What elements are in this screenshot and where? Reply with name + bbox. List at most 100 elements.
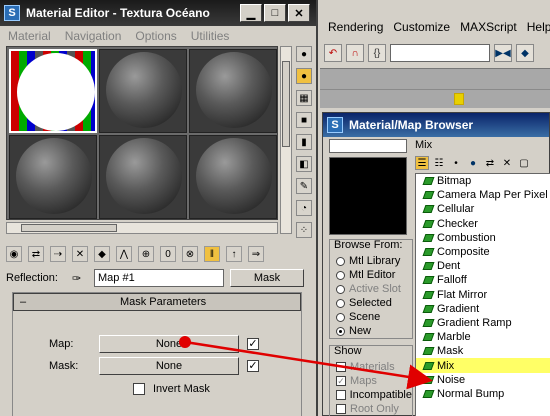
map-list-item[interactable]: Checker <box>416 217 550 231</box>
map-list-item[interactable]: Mask <box>416 344 550 358</box>
clear-icon[interactable]: ▢ <box>517 156 531 170</box>
delete-icon[interactable]: ✕ <box>500 156 514 170</box>
browse-new[interactable]: New <box>330 324 412 338</box>
go-forward-to-sibling-icon[interactable]: ⇒ <box>248 246 264 262</box>
map-list-item[interactable]: Cellular <box>416 202 550 216</box>
show-materials[interactable]: Materials <box>330 360 412 374</box>
map-browser-name-field[interactable] <box>329 139 407 153</box>
browse-active-slot[interactable]: Active Slot <box>330 282 412 296</box>
video-color-check-icon[interactable]: ▮ <box>296 134 312 150</box>
sample-slot-5[interactable] <box>99 135 187 219</box>
menu-help[interactable]: Help <box>527 20 550 34</box>
view-list-icons-icon[interactable]: ☷ <box>432 156 446 170</box>
mirror-icon[interactable]: ▶◀ <box>494 44 512 62</box>
magnet-icon[interactable]: ∩ <box>346 44 364 62</box>
go-to-parent-icon[interactable]: ↑ <box>226 246 242 262</box>
assign-to-selection-icon[interactable]: ⇢ <box>50 246 66 262</box>
sample-uv-tiling-icon[interactable]: ■ <box>296 112 312 128</box>
view-list-icon[interactable]: ☰ <box>415 156 429 170</box>
show-incompatible[interactable]: Incompatible <box>330 388 412 402</box>
show-map-in-viewport-icon[interactable]: ⊗ <box>182 246 198 262</box>
maximize-button[interactable]: □ <box>264 4 286 22</box>
map-enable-checkbox[interactable]: ✓ <box>247 338 259 350</box>
make-copy-icon[interactable]: ◆ <box>94 246 110 262</box>
menu-rendering[interactable]: Rendering <box>328 20 383 34</box>
radio[interactable] <box>336 298 345 308</box>
browse-selected[interactable]: Selected <box>330 296 412 310</box>
sample-slot-4[interactable] <box>9 135 97 219</box>
sample-slot-1[interactable] <box>9 49 97 133</box>
menu-navigation[interactable]: Navigation <box>65 29 122 43</box>
reset-map-icon[interactable]: ✕ <box>72 246 88 262</box>
named-selection-icon[interactable]: {} <box>368 44 386 62</box>
slots-horizontal-scrollbar[interactable] <box>6 222 278 234</box>
rollout-header[interactable]: – Mask Parameters <box>13 293 301 311</box>
checkbox[interactable]: ✓ <box>336 376 346 386</box>
background-checker-icon[interactable]: ▦ <box>296 90 312 106</box>
menu-customize[interactable]: Customize <box>393 20 450 34</box>
radio[interactable] <box>336 270 345 280</box>
snap-icon[interactable]: ↶ <box>324 44 342 62</box>
radio[interactable] <box>336 284 345 294</box>
view-small-icons-icon[interactable]: • <box>449 156 463 170</box>
map-list-item[interactable]: Combustion <box>416 231 550 245</box>
map-type-button[interactable]: Mask <box>230 269 304 287</box>
scroll-thumb[interactable] <box>282 61 290 147</box>
map-name-field[interactable]: Map #1 <box>94 269 224 287</box>
sample-slot-3[interactable] <box>189 49 277 133</box>
material-map-navigator-icon[interactable]: ⁘ <box>296 222 312 238</box>
put-to-library-icon[interactable]: ⊕ <box>138 246 154 262</box>
checkbox[interactable] <box>336 390 346 400</box>
scroll-thumb[interactable] <box>21 224 117 232</box>
map-list-item[interactable]: Falloff <box>416 273 550 287</box>
view-large-icons-icon[interactable]: ● <box>466 156 480 170</box>
map-list[interactable]: Bitmap Camera Map Per Pixel Cellular Checke… <box>415 173 550 416</box>
mask-enable-checkbox[interactable]: ✓ <box>247 360 259 372</box>
options-icon[interactable]: ✎ <box>296 178 312 194</box>
mask-slot-button[interactable]: None <box>99 357 239 375</box>
update-scene-icon[interactable]: ⇄ <box>483 156 497 170</box>
map-list-item[interactable]: Mix <box>416 358 550 373</box>
show-end-result-icon[interactable]: ‖ <box>204 246 220 262</box>
radio[interactable] <box>336 256 345 266</box>
viewport[interactable] <box>320 68 550 108</box>
map-list-item[interactable]: Dent <box>416 259 550 273</box>
menu-material[interactable]: Material <box>8 29 51 43</box>
checkbox[interactable] <box>336 362 346 372</box>
material-id-channel-icon[interactable]: 0 <box>160 246 176 262</box>
map-list-item[interactable]: Flat Mirror <box>416 288 550 302</box>
align-icon[interactable]: ◆ <box>516 44 534 62</box>
named-selection-select[interactable] <box>390 44 490 62</box>
material-editor-titlebar[interactable]: S Material Editor - Textura Océano ▁ □ ✕ <box>0 0 316 26</box>
get-material-icon[interactable]: ◉ <box>6 246 22 262</box>
make-preview-icon[interactable]: ◧ <box>296 156 312 172</box>
map-list-item[interactable]: Normal Bump <box>416 387 550 401</box>
map-slot-button[interactable]: None <box>99 335 239 353</box>
map-list-item[interactable]: Gradient <box>416 302 550 316</box>
checkbox[interactable] <box>336 404 346 414</box>
browse-mtl-editor[interactable]: Mtl Editor <box>330 268 412 282</box>
sample-slot-6[interactable] <box>189 135 277 219</box>
close-button[interactable]: ✕ <box>288 4 310 22</box>
minimize-button[interactable]: ▁ <box>240 4 262 22</box>
map-list-item[interactable]: Gradient Ramp <box>416 316 550 330</box>
menu-utilities[interactable]: Utilities <box>191 29 230 43</box>
sample-slot-2[interactable] <box>99 49 187 133</box>
radio[interactable] <box>336 312 345 322</box>
select-by-material-icon[interactable]: ◔ <box>296 200 312 216</box>
browse-mtl-library[interactable]: Mtl Library <box>330 254 412 268</box>
menu-maxscript[interactable]: MAXScript <box>460 20 517 34</box>
make-unique-icon[interactable]: ⋀ <box>116 246 132 262</box>
invert-mask-checkbox[interactable] <box>133 383 145 395</box>
map-list-item[interactable]: Bitmap <box>416 174 550 188</box>
pick-material-icon[interactable]: ✑ <box>72 272 88 285</box>
slots-vertical-scrollbar[interactable] <box>280 46 292 234</box>
map-list-item[interactable]: Camera Map Per Pixel <box>416 188 550 202</box>
map-list-item[interactable]: Composite <box>416 245 550 259</box>
map-list-item[interactable]: Marble <box>416 330 550 344</box>
menu-options[interactable]: Options <box>135 29 176 43</box>
show-maps[interactable]: ✓ Maps <box>330 374 412 388</box>
put-to-scene-icon[interactable]: ⇄ <box>28 246 44 262</box>
sample-type-sphere-icon[interactable]: ● <box>296 46 312 62</box>
browse-scene[interactable]: Scene <box>330 310 412 324</box>
